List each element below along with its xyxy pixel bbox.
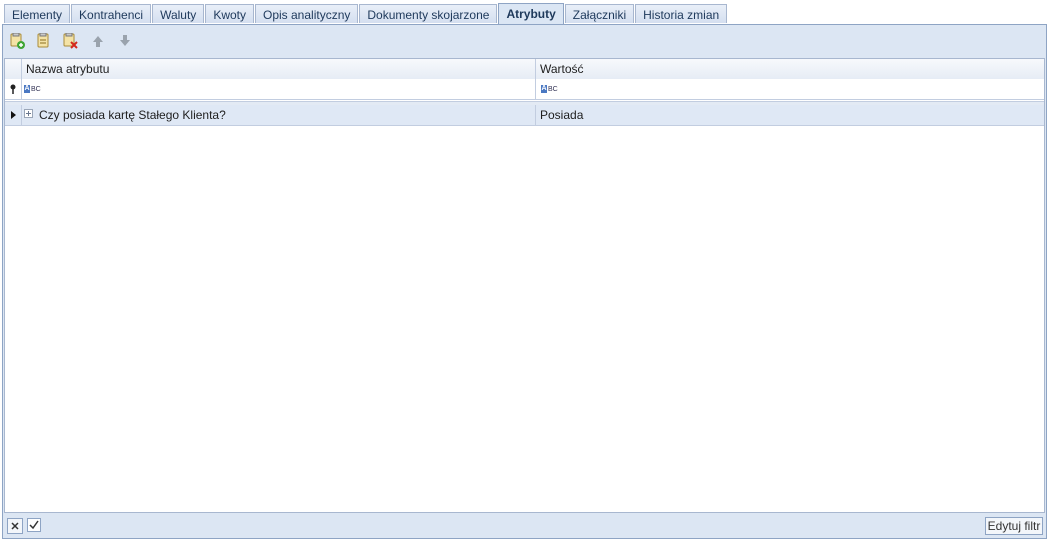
close-icon — [11, 522, 19, 530]
filter-row: A BC A BC — [5, 79, 1044, 100]
table-row[interactable]: Czy posiada kartę Stałego Klienta? Posia… — [5, 105, 1044, 126]
row-indicator — [5, 105, 22, 125]
edit-icon — [37, 33, 49, 48]
row-pointer-icon — [11, 111, 16, 119]
grid-footer: Edytuj filtr — [3, 514, 1046, 538]
header-corner — [5, 59, 21, 79]
attribute-name-cell: Czy posiada kartę Stałego Klienta? — [39, 108, 226, 122]
column-header-wartosc[interactable]: Wartość — [535, 59, 1044, 79]
text-filter-icon: A BC — [541, 85, 558, 93]
toolbar — [3, 25, 1046, 57]
add-icon — [10, 33, 25, 49]
clear-filter-button[interactable] — [7, 518, 23, 534]
move-up-button[interactable] — [88, 31, 108, 51]
filter-cell-nazwa[interactable]: A BC — [21, 79, 538, 99]
tab-kontrahenci[interactable]: Kontrahenci — [71, 4, 152, 23]
edit-attribute-button[interactable] — [33, 31, 53, 51]
tab-strip: Elementy Kontrahenci Waluty Kwoty Opis a… — [4, 3, 728, 24]
add-attribute-button[interactable] — [7, 31, 27, 51]
arrow-down-icon — [120, 35, 130, 46]
tab-dokumenty-skojarzone[interactable]: Dokumenty skojarzone — [359, 4, 498, 23]
attributes-panel: Nazwa atrybutu Wartość A BC A BC Czy posia… — [2, 24, 1047, 539]
column-header-nazwa[interactable]: Nazwa atrybutu — [21, 59, 535, 79]
filter-enabled-checkbox[interactable] — [27, 518, 41, 532]
checkmark-icon — [29, 520, 39, 530]
attribute-value-cell[interactable]: Posiada — [535, 105, 1044, 125]
pin-icon — [10, 84, 16, 94]
tab-kwoty[interactable]: Kwoty — [205, 4, 254, 23]
move-down-button[interactable] — [115, 31, 135, 51]
edit-filter-button[interactable]: Edytuj filtr — [985, 517, 1043, 535]
delete-icon — [63, 33, 78, 49]
tab-waluty[interactable]: Waluty — [152, 4, 205, 23]
attributes-grid: Nazwa atrybutu Wartość A BC A BC Czy posia… — [4, 58, 1045, 513]
filter-pin — [5, 79, 22, 99]
tab-atrybuty[interactable]: Atrybuty — [498, 3, 564, 24]
grid-header: Nazwa atrybutu Wartość — [5, 59, 1044, 80]
expand-icon[interactable] — [24, 109, 33, 118]
text-filter-icon: A BC — [24, 85, 41, 93]
tab-opis-analityczny[interactable]: Opis analityczny — [255, 4, 359, 23]
tab-zalaczniki[interactable]: Załączniki — [564, 4, 635, 23]
arrow-up-icon — [93, 36, 103, 47]
tab-historia-zmian[interactable]: Historia zmian — [635, 4, 728, 23]
tab-elementy[interactable]: Elementy — [4, 4, 71, 23]
filter-cell-wartosc[interactable]: A BC — [535, 79, 1044, 99]
delete-attribute-button[interactable] — [60, 31, 80, 51]
